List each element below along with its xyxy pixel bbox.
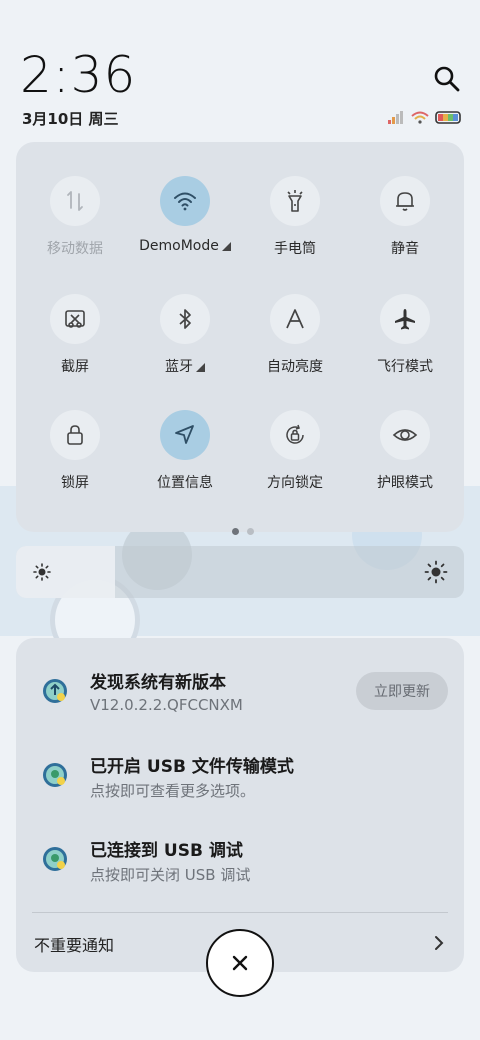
status-icons (388, 111, 461, 124)
notification-subtitle: 点按即可查看更多选项。 (90, 782, 256, 800)
search-icon[interactable] (432, 64, 462, 94)
android-system-icon (43, 763, 67, 787)
flashlight-icon (270, 176, 320, 226)
notification-title: 发现系统有新版本 (90, 673, 226, 693)
tile-label: DemoMode (130, 238, 240, 254)
notification-title: 已连接到 USB 调试 (90, 841, 243, 861)
notification-panel: 发现系统有新版本 V12.0.2.2.QFCCNXM 立即更新 已开启 USB … (16, 638, 464, 972)
tile-label: 截屏 (61, 359, 89, 375)
notification-usb-transfer[interactable]: 已开启 USB 文件传输模式 点按即可查看更多选项。 (16, 722, 464, 800)
date: 3月10日 周三 (22, 110, 119, 128)
tile-auto-brightness[interactable]: 自动亮度 (240, 294, 350, 394)
notification-subtitle: 点按即可关闭 USB 调试 (90, 866, 251, 884)
lock-icon (50, 410, 100, 460)
screenshot-icon (50, 294, 100, 344)
auto-brightness-icon (270, 294, 320, 344)
wifi-icon (160, 176, 210, 226)
rotation-lock-icon (270, 410, 320, 460)
brightness-slider[interactable] (16, 546, 464, 598)
tile-label: 蓝牙 (130, 356, 240, 376)
brightness-level (16, 546, 115, 598)
tile-label: 静音 (391, 241, 419, 257)
tile-label: 位置信息 (157, 475, 213, 491)
page-dot (247, 528, 254, 535)
tile-label: 自动亮度 (267, 359, 323, 375)
tile-label: 方向锁定 (267, 475, 323, 491)
notification-subtitle: V12.0.2.2.QFCCNXM (90, 696, 243, 714)
bell-icon (380, 176, 430, 226)
notification-usb-debugging[interactable]: 已连接到 USB 调试 点按即可关闭 USB 调试 (16, 806, 464, 884)
tile-label: 移动数据 (47, 241, 103, 257)
tile-airplane-mode[interactable]: 飞行模式 (350, 294, 460, 394)
battery-icon (435, 111, 461, 124)
clear-all-button[interactable] (206, 929, 274, 997)
clock: 2:36 (20, 46, 137, 104)
sun-small-icon (33, 563, 51, 581)
tile-rotation-lock[interactable]: 方向锁定 (240, 410, 350, 510)
mobile-data-icon (50, 176, 100, 226)
tile-eye-care[interactable]: 护眼模式 (350, 410, 460, 510)
notification-system-update[interactable]: 发现系统有新版本 V12.0.2.2.QFCCNXM 立即更新 (16, 638, 464, 714)
tile-mobile-data[interactable]: 移动数据 (20, 176, 130, 276)
caret-icon (196, 363, 205, 372)
tile-screenshot[interactable]: 截屏 (20, 294, 130, 394)
tile-label: 护眼模式 (377, 475, 433, 491)
close-icon (232, 955, 248, 971)
bluetooth-icon (160, 294, 210, 344)
tile-wifi[interactable]: DemoMode (130, 176, 240, 276)
eye-icon (380, 410, 430, 460)
quick-settings-panel: 移动数据 DemoMode 手电筒 静音 截屏 蓝牙 自动亮度 飞行模式 锁屏 … (16, 142, 464, 535)
location-icon (160, 410, 210, 460)
system-update-icon (43, 679, 67, 703)
wifi-status-icon (411, 111, 429, 124)
tile-label: 锁屏 (61, 475, 89, 491)
update-now-button[interactable]: 立即更新 (356, 672, 448, 710)
page-dot-active (232, 528, 239, 535)
tile-label: 飞行模式 (377, 359, 433, 375)
divider (32, 912, 448, 913)
tile-bluetooth[interactable]: 蓝牙 (130, 294, 240, 394)
tile-location[interactable]: 位置信息 (130, 410, 240, 510)
tile-flashlight[interactable]: 手电筒 (240, 176, 350, 276)
notification-title: 已开启 USB 文件传输模式 (90, 757, 294, 777)
sun-large-icon (424, 560, 448, 584)
tile-label: 手电筒 (274, 241, 316, 257)
airplane-icon (380, 294, 430, 344)
android-system-icon (43, 847, 67, 871)
tile-lock-screen[interactable]: 锁屏 (20, 410, 130, 510)
tile-mute[interactable]: 静音 (350, 176, 460, 276)
page-indicator (228, 520, 258, 539)
chevron-right-icon[interactable] (432, 934, 446, 952)
signal-icon (388, 111, 403, 124)
caret-icon (221, 242, 231, 251)
unimportant-notifications-link[interactable]: 不重要通知 (34, 932, 114, 956)
